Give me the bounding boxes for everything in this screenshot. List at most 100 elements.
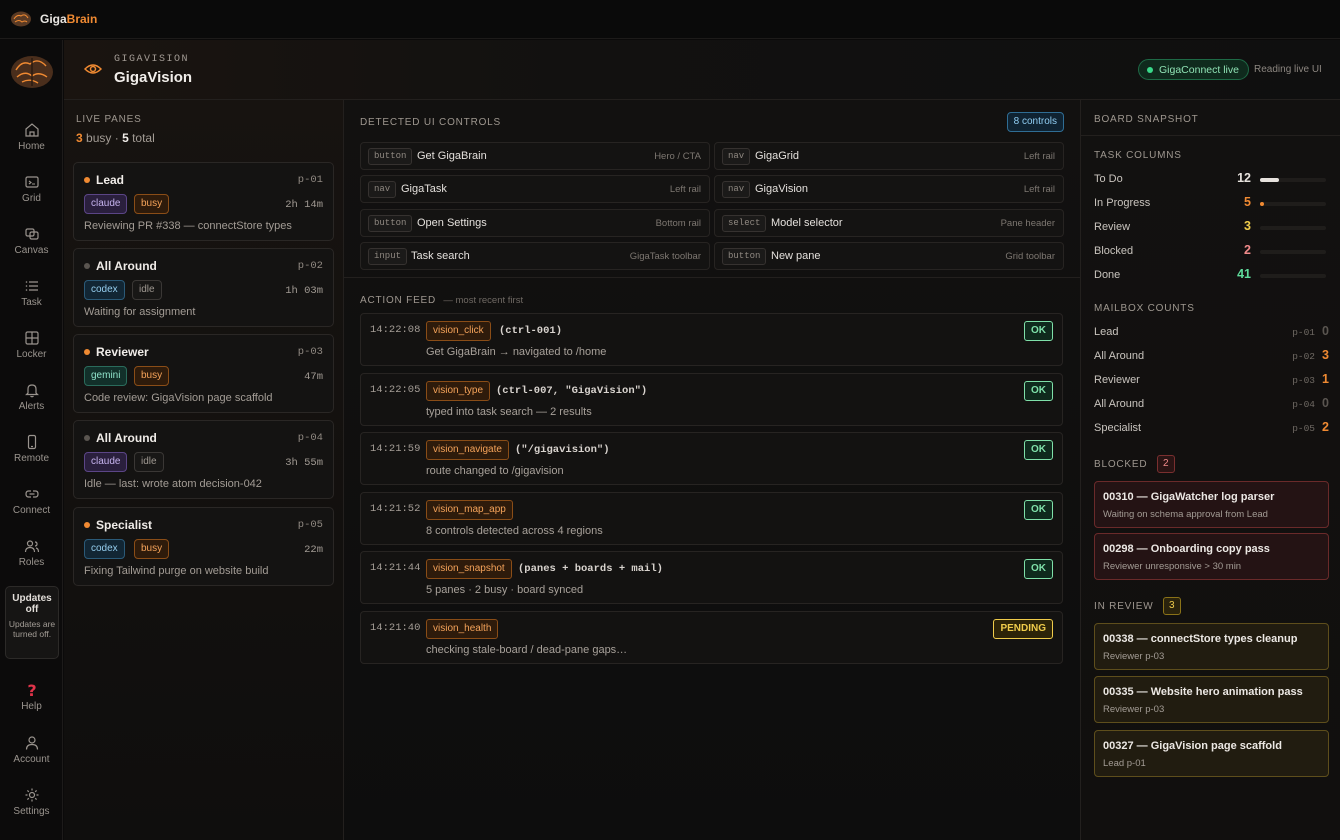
task-column-bar [1260,226,1326,230]
mailbox-row[interactable]: Reviewer p-03 1 [1094,372,1329,390]
task-column-bar-fill [1260,178,1280,182]
pane-name: Lead [96,173,125,187]
feed-function: vision_snapshot [426,559,512,579]
in-review-header: IN REVIEW 3 [1094,597,1181,615]
control-row[interactable]: input Task search GigaTask toolbar [360,242,710,270]
live-label: GigaConnect live [1159,63,1239,76]
task-column-count: 2 [1244,243,1251,257]
home-icon [24,123,39,137]
review-task-card[interactable]: 00338 — connectStore types cleanup Revie… [1094,623,1329,670]
task-column-bar [1260,274,1326,278]
rail-help[interactable]: ? Help [0,682,63,726]
control-kind: nav [722,148,751,165]
vision-main-column: DETECTED UI CONTROLS 8 controls button G… [344,100,1080,840]
feed-item[interactable]: 14:21:44 vision_snapshot (panes + boards… [360,551,1063,604]
rail-locker[interactable]: Locker [0,330,63,374]
section-divider [1081,135,1340,136]
rail-connect[interactable]: Connect [0,486,63,530]
status-badge: busy [134,366,170,386]
feed-function: vision_map_app [426,500,513,520]
status-dot-icon [84,349,90,355]
mailbox-row[interactable]: All Around p-02 3 [1094,348,1329,366]
feed-item[interactable]: 14:21:40 vision_health checking stale-bo… [360,611,1063,664]
rail-home[interactable]: Home [0,122,63,166]
feed-item[interactable]: 14:22:05 vision_type (ctrl-007, "GigaVis… [360,373,1063,426]
control-row[interactable]: select Model selector Pane header [714,209,1064,237]
mailbox-count: 1 [1322,372,1329,386]
feed-time: 14:21:52 [370,503,421,515]
pane-duration: 2h 14m [285,199,323,211]
in-review-label: IN REVIEW [1094,601,1154,613]
status-badge: busy [134,539,170,559]
mailbox-name: Reviewer [1094,374,1140,386]
feed-item[interactable]: 14:21:52 vision_map_app 8 controls detec… [360,492,1063,545]
feed-time: 14:21:40 [370,622,421,634]
pane-card[interactable]: Reviewer p-03 gemini busy 47m Code revie… [73,334,334,413]
rail-label: Settings [13,806,50,817]
pane-card[interactable]: Lead p-01 claude busy 2h 14m Reviewing P… [73,162,334,241]
control-label: Model selector [771,217,843,229]
control-location: GigaTask toolbar [629,251,701,262]
feed-time: 14:22:08 [370,324,421,336]
rail-label: Roles [18,557,45,568]
rail-label: Grid [22,193,41,204]
feed-args: (ctrl-007, "GigaVision") [496,385,648,397]
rail-label: Alerts [18,401,45,412]
control-row[interactable]: nav GigaTask Left rail [360,175,710,203]
rail-task[interactable]: Task [0,278,63,322]
feed-label: ACTION FEED [360,295,437,306]
feed-message: route changed to /gigavision [426,465,564,477]
task-column-row: Review 3 [1094,219,1329,237]
rail-settings[interactable]: Settings [0,787,63,831]
control-row[interactable]: button New pane Grid toolbar [714,242,1064,270]
mailbox-pane-id: p-02 [1292,351,1315,362]
pane-card[interactable]: All Around p-02 codex idle 1h 03m Waitin… [73,248,334,327]
rail-canvas[interactable]: Canvas [0,226,63,270]
pane-card[interactable]: Specialist p-05 codex busy 22m Fixing Ta… [73,507,334,586]
task-column-bar [1260,178,1326,182]
blocked-header: BLOCKED 2 [1094,455,1175,473]
feed-status-badge: OK [1024,559,1053,579]
updates-status-card[interactable]: Updates off Updates are turned off. [5,586,59,659]
mailbox-count: 0 [1322,396,1329,410]
rail-label: Home [18,141,45,152]
page-title: GigaVision [114,69,193,86]
mailbox-row[interactable]: All Around p-04 0 [1094,396,1329,414]
pane-id: p-03 [297,346,323,358]
review-task-card[interactable]: 00335 — Website hero animation pass Revi… [1094,676,1329,723]
control-row[interactable]: button Get GigaBrain Hero / CTA [360,142,710,170]
rail-roles[interactable]: Roles [0,538,63,582]
rail-alerts[interactable]: Alerts [0,382,63,426]
control-row[interactable]: button Open Settings Bottom rail [360,209,710,237]
task-title: 00327 — GigaVision page scaffold [1103,740,1282,752]
control-location: Bottom rail [655,218,701,229]
blocked-label: BLOCKED [1094,459,1148,471]
mailbox-row[interactable]: Lead p-01 0 [1094,324,1329,342]
rail-grid[interactable]: Grid [0,174,63,218]
task-column-name: Review [1094,221,1131,233]
mailbox-row[interactable]: Specialist p-05 2 [1094,420,1329,438]
control-kind: nav [368,181,397,198]
rail-account[interactable]: Account [0,735,63,779]
blocked-task-card[interactable]: 00310 — GigaWatcher log parser Waiting o… [1094,481,1329,528]
board-snapshot-label: BOARD SNAPSHOT [1094,114,1199,125]
control-row[interactable]: nav GigaGrid Left rail [714,142,1064,170]
blocked-task-card[interactable]: 00298 — Onboarding copy pass Reviewer un… [1094,533,1329,580]
rail-remote[interactable]: Remote [0,434,63,478]
feed-function: vision_navigate [426,440,509,460]
feed-function: vision_health [426,619,499,639]
feed-message: 5 panes · 2 busy · board synced [426,584,584,596]
pane-card[interactable]: All Around p-04 claude idle 3h 55m Idle … [73,420,334,499]
feed-item[interactable]: 14:21:59 vision_navigate ("/gigavision")… [360,432,1063,485]
control-label: GigaTask [401,183,447,195]
page-eyebrow: GIGAVISION [114,54,190,65]
feed-item[interactable]: 14:22:08 vision_click (ctrl-001) Get Gig… [360,313,1063,366]
feed-sublabel: — most recent first [443,295,524,306]
gigaconnect-live-badge: GigaConnect live [1138,59,1249,80]
svg-text:?: ? [27,682,36,698]
control-row[interactable]: nav GigaVision Left rail [714,175,1064,203]
control-kind: nav [722,181,751,198]
review-task-card[interactable]: 00327 — GigaVision page scaffold Lead p-… [1094,730,1329,777]
pane-name: Reviewer [96,345,149,359]
task-subtitle: Reviewer p-03 [1103,651,1165,662]
